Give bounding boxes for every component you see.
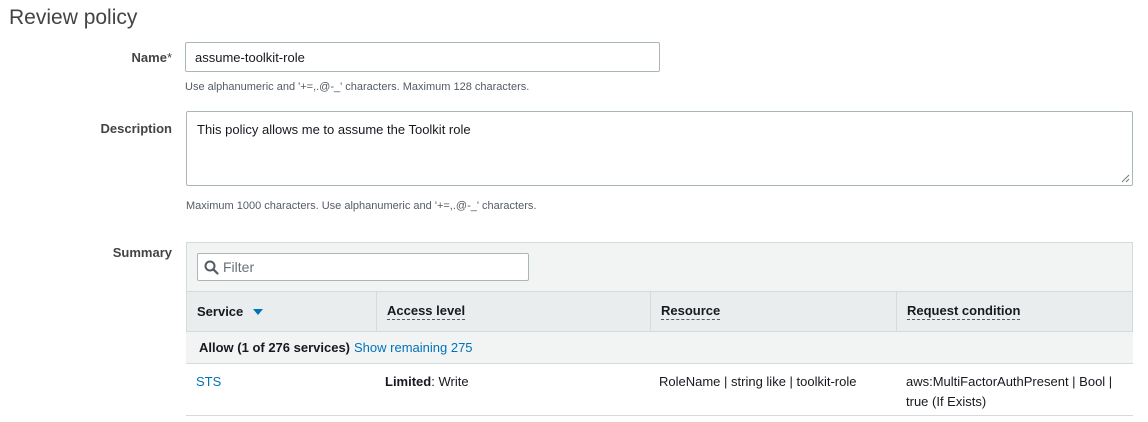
name-hint: Use alphanumeric and '+=,.@-_' character… (185, 81, 530, 93)
table-header: Service Access level Resource Request co… (186, 291, 1133, 332)
name-label: Name* (0, 50, 172, 65)
column-resource[interactable]: Resource (651, 292, 897, 331)
description-textarea[interactable]: This policy allows me to assume the Tool… (186, 111, 1133, 186)
filter-input[interactable]: Filter (197, 253, 529, 281)
column-resource-label: Resource (661, 303, 721, 320)
search-icon (204, 260, 219, 275)
required-marker: * (166, 50, 172, 65)
page-title: Review policy (9, 6, 138, 29)
column-service-label: Service (197, 304, 244, 319)
summary-label: Summary (112, 245, 172, 260)
description-label: Description (100, 121, 172, 136)
access-level-cell: Limited: Write (385, 372, 469, 392)
condition-line-1: aws:MultiFactorAuthPresent | Bool | (906, 374, 1113, 389)
description-hint: Maximum 1000 characters. Use alphanumeri… (186, 200, 537, 212)
show-remaining-link[interactable]: Show remaining 275 (354, 340, 473, 355)
table-row: STS Limited: Write RoleName | string lik… (186, 364, 1133, 416)
column-request-condition[interactable]: Request condition (897, 292, 1132, 331)
access-level-strong: Limited (385, 374, 432, 389)
condition-line-2: true (If Exists) (906, 394, 987, 409)
service-link-sts[interactable]: STS (196, 372, 221, 392)
name-input-value: assume-toolkit-role (195, 49, 305, 65)
allow-group-row: Allow (1 of 276 services) Show remaining… (186, 332, 1133, 364)
filter-bar: Filter (186, 242, 1133, 292)
summary-panel: Filter Service Access level Resource Req… (186, 242, 1133, 417)
column-access-level-label: Access level (387, 303, 466, 320)
allow-group-label: Allow (1 of 276 services) (199, 340, 351, 355)
description-value: This policy allows me to assume the Tool… (197, 122, 471, 137)
sort-descending-icon[interactable] (253, 308, 264, 315)
resource-cell: RoleName | string like | toolkit-role (659, 374, 857, 389)
column-request-condition-label: Request condition (907, 303, 1021, 320)
resize-grip-icon[interactable] (1121, 174, 1130, 183)
column-access-level[interactable]: Access level (377, 292, 651, 331)
name-input[interactable]: assume-toolkit-role (185, 42, 660, 72)
request-condition-cell: aws:MultiFactorAuthPresent | Bool | true… (906, 372, 1112, 412)
column-service[interactable]: Service (187, 292, 377, 331)
access-level-rest: : Write (431, 374, 469, 389)
filter-placeholder: Filter (223, 259, 255, 275)
name-label-text: Name (131, 50, 167, 65)
